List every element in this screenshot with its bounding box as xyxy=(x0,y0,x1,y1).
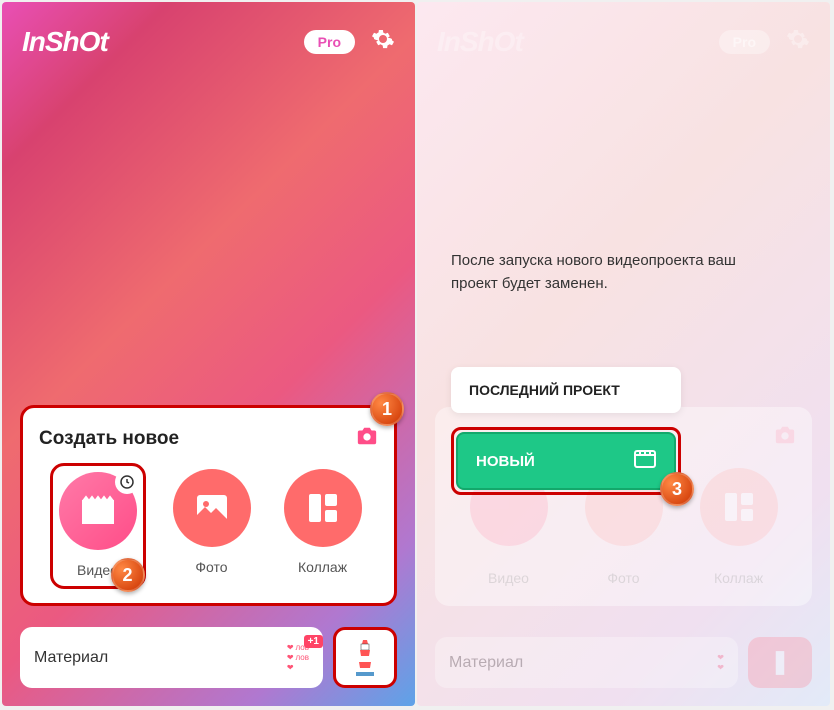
material-label-faded: Материал xyxy=(449,654,523,672)
lighthouse-card-faded xyxy=(748,637,812,688)
hearts-decor: +1 ❤ лов ❤ лов ❤ xyxy=(287,643,309,672)
settings-icon-faded xyxy=(786,27,810,57)
collage-label: Коллаж xyxy=(298,559,347,575)
hearts-decor-faded: ❤ ❤ xyxy=(717,653,724,672)
annotation-badge-3: 3 xyxy=(660,472,694,506)
camera-icon-faded xyxy=(774,425,796,450)
material-card[interactable]: Материал +1 ❤ лов ❤ лов ❤ xyxy=(20,627,323,688)
phone-screen-left: InShOt Pro 1 Создать новое 2 xyxy=(2,2,415,706)
header-actions: Pro xyxy=(304,27,395,57)
create-card-wrap: 1 Создать новое 2 xyxy=(20,405,397,606)
annotation-badge-1: 1 xyxy=(370,392,404,426)
lighthouse-icon xyxy=(350,638,380,678)
collage-icon-faded xyxy=(700,468,778,546)
pro-button-faded: Pro xyxy=(719,30,770,54)
bottom-row-faded: Материал ❤ ❤ xyxy=(435,637,812,688)
collage-label-faded: Коллаж xyxy=(714,570,763,586)
create-new-card: 1 Создать новое 2 xyxy=(20,405,397,606)
header-actions-faded: Pro xyxy=(719,27,810,57)
header-faded: InShOt Pro xyxy=(417,2,830,82)
annotation-badge-2: 2 xyxy=(111,558,145,592)
dialog-buttons: ПОСЛЕДНИЙ ПРОЕКТ 3 НОВЫЙ xyxy=(451,367,681,495)
video-label-faded: Видео xyxy=(488,570,529,586)
heart-row: ❤ лов xyxy=(287,653,309,662)
new-button-label: НОВЫЙ xyxy=(476,453,535,470)
app-logo-faded: InShOt xyxy=(437,26,523,58)
camera-icon[interactable] xyxy=(356,426,378,451)
app-logo: InShOt xyxy=(22,26,108,58)
header: InShOt Pro xyxy=(2,2,415,82)
lighthouse-icon-faded xyxy=(767,646,793,680)
photo-action[interactable]: Фото xyxy=(173,469,251,583)
dialog-message: После запуска нового видеопроекта ваш пр… xyxy=(451,250,770,295)
create-header: Создать новое xyxy=(39,426,378,451)
collage-icon xyxy=(284,469,362,547)
create-title: Создать новое xyxy=(39,428,179,450)
plus-one-badge: +1 xyxy=(304,635,323,648)
video-action-highlight: 2 Видео xyxy=(50,463,146,589)
photo-label: Фото xyxy=(195,559,227,575)
photo-label-faded: Фото xyxy=(607,570,639,586)
photo-icon xyxy=(173,469,251,547)
heart-row: ❤ xyxy=(287,663,309,672)
phone-screen-right: InShOt Pro После запуска нового видеопро… xyxy=(417,2,830,706)
pro-button[interactable]: Pro xyxy=(304,30,355,54)
material-card-faded: Материал ❤ ❤ xyxy=(435,637,738,688)
last-project-button[interactable]: ПОСЛЕДНИЙ ПРОЕКТ xyxy=(451,367,681,413)
new-button-highlight: 3 НОВЫЙ xyxy=(451,427,681,495)
action-row: 2 Видео Фото xyxy=(39,469,378,583)
bottom-row: Материал +1 ❤ лов ❤ лов ❤ xyxy=(20,627,397,688)
new-button[interactable]: НОВЫЙ xyxy=(456,432,676,490)
film-icon xyxy=(634,450,656,472)
collage-action-faded: Коллаж xyxy=(700,468,778,586)
clock-badge-icon xyxy=(115,470,139,494)
material-label: Материал xyxy=(34,649,108,667)
settings-icon[interactable] xyxy=(371,27,395,57)
collage-action[interactable]: Коллаж xyxy=(284,469,362,583)
video-icon xyxy=(59,472,137,550)
lighthouse-card[interactable] xyxy=(333,627,397,688)
